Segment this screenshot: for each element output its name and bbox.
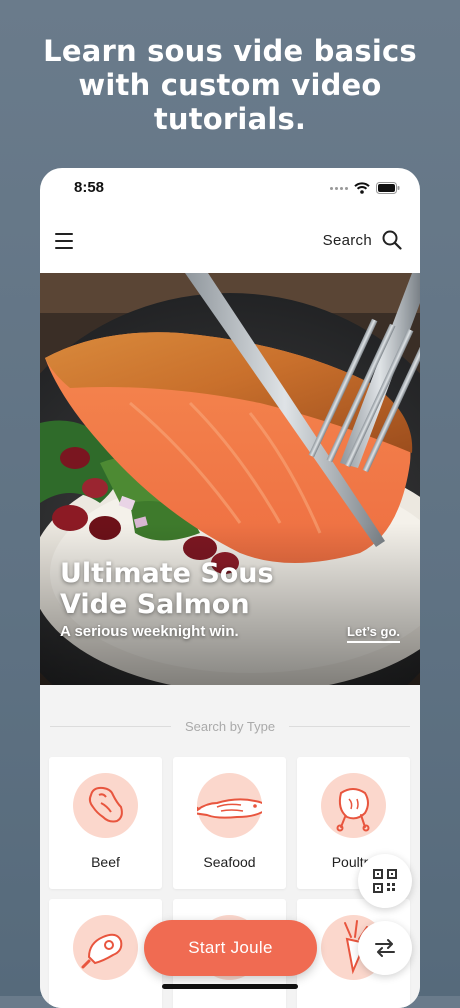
section-title: Search by Type: [50, 719, 410, 734]
chicken-icon: [321, 773, 386, 838]
start-joule-button[interactable]: Start Joule: [144, 920, 317, 976]
search-label: Search: [322, 231, 372, 249]
hero-title: Ultimate Sous Vide Salmon: [60, 558, 274, 620]
search-button[interactable]: Search: [323, 230, 402, 250]
hamburger-icon: [55, 233, 73, 235]
top-navbar: Search: [40, 224, 420, 258]
featured-recipe-hero[interactable]: Ultimate Sous Vide Salmon A serious week…: [40, 273, 420, 685]
qr-code-icon: [373, 869, 397, 893]
hero-cta-link[interactable]: Let’s go.: [347, 624, 400, 643]
promo-headline: Learn sous vide basics with custom video…: [43, 34, 417, 136]
type-card-label: Beef: [91, 854, 120, 870]
fish-icon: [197, 773, 262, 838]
section-title-text: Search by Type: [184, 719, 276, 734]
qr-scan-button[interactable]: [358, 854, 412, 908]
type-card-seafood[interactable]: Seafood: [173, 757, 286, 889]
type-card-label: Seafood: [203, 854, 256, 870]
home-indicator: [162, 984, 298, 989]
search-icon: [382, 230, 402, 250]
menu-button[interactable]: [55, 233, 73, 249]
type-card-beef[interactable]: Beef: [49, 757, 162, 889]
steak-icon: [73, 773, 138, 838]
swap-arrows-icon: [375, 939, 395, 957]
signal-dots-icon: [330, 186, 348, 190]
pork-chop-icon: [73, 915, 138, 980]
wifi-icon: [354, 182, 370, 194]
battery-icon: [376, 182, 400, 194]
hero-subtitle: A serious weeknight win.: [60, 623, 239, 640]
swap-button[interactable]: [358, 921, 412, 975]
status-bar: 8:58: [40, 168, 420, 208]
status-icons: [330, 182, 400, 194]
status-time: 8:58: [74, 179, 105, 196]
